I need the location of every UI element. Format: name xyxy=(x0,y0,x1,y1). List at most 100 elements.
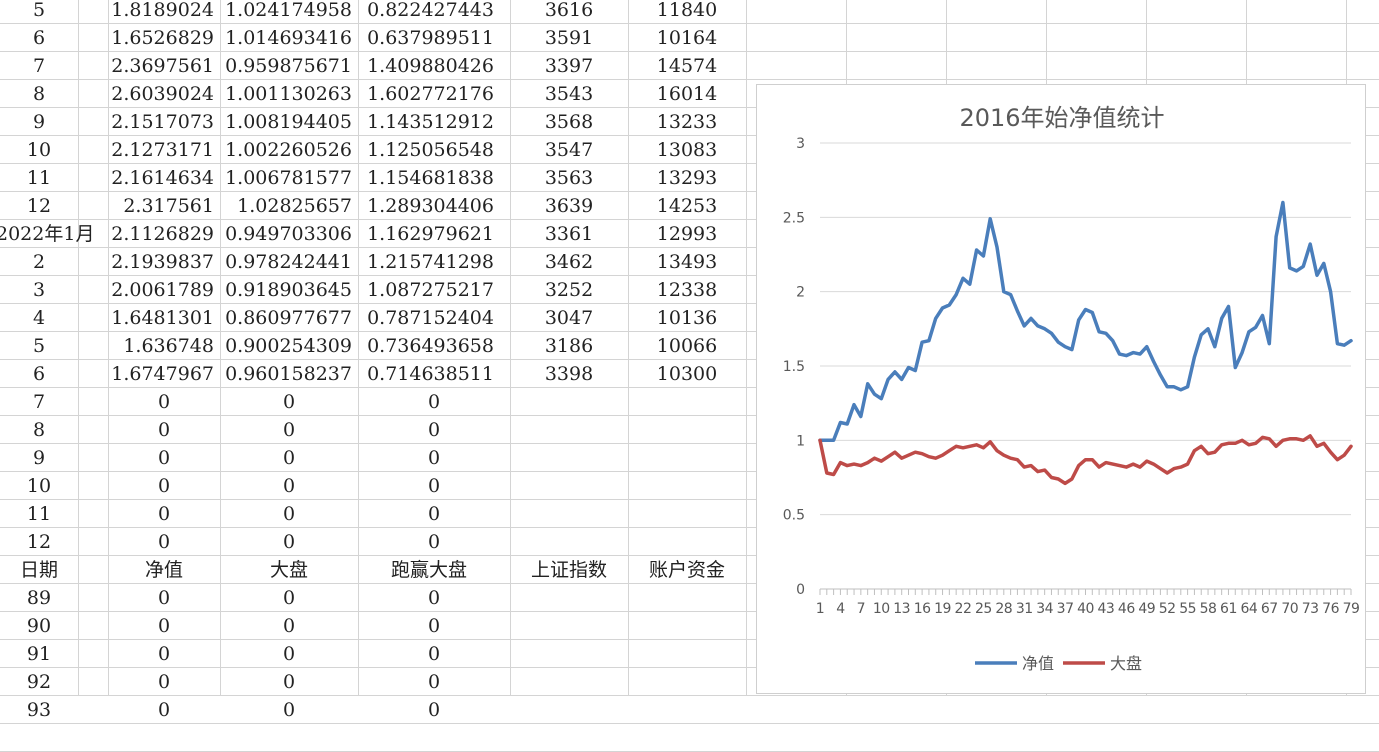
table-cell[interactable]: 3563 xyxy=(510,164,628,192)
table-cell[interactable]: 13083 xyxy=(628,136,746,164)
table-cell[interactable]: 0 xyxy=(108,388,220,416)
table-cell[interactable]: 6 xyxy=(0,360,78,388)
table-cell[interactable]: 3462 xyxy=(510,248,628,276)
table-cell[interactable]: 12993 xyxy=(628,220,746,248)
table-cell[interactable]: 12 xyxy=(0,192,78,220)
table-cell[interactable]: 10 xyxy=(0,136,78,164)
table-cell[interactable]: 0.978242441 xyxy=(220,248,358,276)
table-cell[interactable]: 1.024174958 xyxy=(220,0,358,24)
table-cell[interactable]: 1.636748 xyxy=(108,332,220,360)
table-cell[interactable]: 16014 xyxy=(628,80,746,108)
table-cell[interactable]: 0.860977677 xyxy=(220,304,358,332)
table-cell[interactable]: 0.959875671 xyxy=(220,52,358,80)
table-cell[interactable]: 2.1939837 xyxy=(108,248,220,276)
table-cell[interactable]: 1.087275217 xyxy=(358,276,500,304)
table-cell[interactable]: 14574 xyxy=(628,52,746,80)
table-cell[interactable]: 1.006781577 xyxy=(220,164,358,192)
table-cell[interactable]: 0 xyxy=(108,416,220,444)
table-cell[interactable]: 10300 xyxy=(628,360,746,388)
table-cell[interactable]: 4 xyxy=(0,304,78,332)
table-cell[interactable]: 0 xyxy=(358,388,510,416)
table-cell[interactable]: 7 xyxy=(0,52,78,80)
table-cell[interactable]: 1.6526829 xyxy=(108,24,220,52)
table-cell[interactable]: 0.736493658 xyxy=(358,332,500,360)
table-cell[interactable]: 0 xyxy=(108,528,220,556)
table-cell[interactable]: 5 xyxy=(0,332,78,360)
table-cell[interactable]: 0.787152404 xyxy=(358,304,500,332)
table-cell[interactable]: 12338 xyxy=(628,276,746,304)
table-cell[interactable]: 0 xyxy=(220,528,358,556)
table-cell[interactable]: 0.918903645 xyxy=(220,276,358,304)
table-cell[interactable]: 92 xyxy=(0,668,78,696)
table-cell[interactable]: 2.0061789 xyxy=(108,276,220,304)
table-cell[interactable]: 13233 xyxy=(628,108,746,136)
table-cell[interactable]: 1.125056548 xyxy=(358,136,500,164)
table-cell[interactable]: 3186 xyxy=(510,332,628,360)
table-cell[interactable]: 1.154681838 xyxy=(358,164,500,192)
table-cell[interactable]: 10066 xyxy=(628,332,746,360)
table-cell[interactable]: 3616 xyxy=(510,0,628,24)
table-cell[interactable]: 2.1614634 xyxy=(108,164,220,192)
table-cell[interactable]: 1.289304406 xyxy=(358,192,500,220)
table-cell[interactable]: 0 xyxy=(358,640,510,668)
table-cell[interactable]: 1.602772176 xyxy=(358,80,500,108)
table-cell[interactable]: 5 xyxy=(0,0,78,24)
table-cell[interactable]: 1.002260526 xyxy=(220,136,358,164)
table-cell[interactable]: 0 xyxy=(220,500,358,528)
table-cell[interactable]: 1.008194405 xyxy=(220,108,358,136)
table-cell[interactable]: 0 xyxy=(358,696,510,724)
table-cell[interactable]: 1.162979621 xyxy=(358,220,500,248)
table-cell[interactable]: 91 xyxy=(0,640,78,668)
table-cell[interactable]: 10 xyxy=(0,472,78,500)
table-cell[interactable]: 0.637989511 xyxy=(358,24,500,52)
table-cell[interactable]: 13493 xyxy=(628,248,746,276)
table-cell[interactable]: 3 xyxy=(0,276,78,304)
table-cell[interactable]: 10136 xyxy=(628,304,746,332)
table-cell[interactable]: 1.014693416 xyxy=(220,24,358,52)
table-cell[interactable]: 大盘 xyxy=(220,556,358,584)
table-cell[interactable]: 3397 xyxy=(510,52,628,80)
table-cell[interactable]: 0 xyxy=(108,612,220,640)
table-cell[interactable]: 0.822427443 xyxy=(358,0,500,24)
table-cell[interactable]: 2.3697561 xyxy=(108,52,220,80)
table-cell[interactable]: 3398 xyxy=(510,360,628,388)
table-cell[interactable]: 0 xyxy=(220,640,358,668)
table-cell[interactable]: 0 xyxy=(358,528,510,556)
table-cell[interactable]: 0 xyxy=(358,668,510,696)
table-cell[interactable]: 上证指数 xyxy=(510,556,628,584)
table-cell[interactable]: 11 xyxy=(0,164,78,192)
table-cell[interactable]: 1.6481301 xyxy=(108,304,220,332)
table-cell[interactable]: 8 xyxy=(0,80,78,108)
table-cell[interactable]: 3568 xyxy=(510,108,628,136)
table-cell[interactable]: 10164 xyxy=(628,24,746,52)
table-cell[interactable]: 0 xyxy=(108,584,220,612)
table-cell[interactable]: 0.900254309 xyxy=(220,332,358,360)
table-cell[interactable]: 93 xyxy=(0,696,78,724)
table-cell[interactable]: 1.409880426 xyxy=(358,52,500,80)
table-cell[interactable]: 0.949703306 xyxy=(220,220,358,248)
table-cell[interactable]: 0 xyxy=(220,612,358,640)
table-cell[interactable]: 日期 xyxy=(0,556,78,584)
table-cell[interactable]: 0.960158237 xyxy=(220,360,358,388)
table-cell[interactable]: 0 xyxy=(220,472,358,500)
table-cell[interactable]: 0 xyxy=(358,472,510,500)
table-cell[interactable]: 1.8189024 xyxy=(108,0,220,24)
table-cell[interactable]: 0 xyxy=(220,388,358,416)
line-chart[interactable]: 2016年始净值统计 0 0.5 1 1.5 2 2.5 3 1 4 7 10 13 16 19 22 25 28… xyxy=(756,84,1366,694)
table-cell[interactable]: 0 xyxy=(220,444,358,472)
table-cell[interactable]: 2.1517073 xyxy=(108,108,220,136)
table-cell[interactable]: 3252 xyxy=(510,276,628,304)
table-cell[interactable]: 0 xyxy=(108,640,220,668)
table-cell[interactable]: 2022年1月 xyxy=(0,220,94,248)
table-cell[interactable]: 0 xyxy=(108,472,220,500)
table-cell[interactable]: 2.6039024 xyxy=(108,80,220,108)
table-cell[interactable]: 0 xyxy=(358,500,510,528)
table-cell[interactable]: 11840 xyxy=(628,0,746,24)
table-cell[interactable]: 9 xyxy=(0,444,78,472)
table-cell[interactable]: 0 xyxy=(108,444,220,472)
table-cell[interactable]: 1.215741298 xyxy=(358,248,500,276)
table-cell[interactable]: 0 xyxy=(358,584,510,612)
table-cell[interactable]: 跑赢大盘 xyxy=(358,556,500,584)
table-cell[interactable]: 12 xyxy=(0,528,78,556)
table-cell[interactable]: 0 xyxy=(220,668,358,696)
